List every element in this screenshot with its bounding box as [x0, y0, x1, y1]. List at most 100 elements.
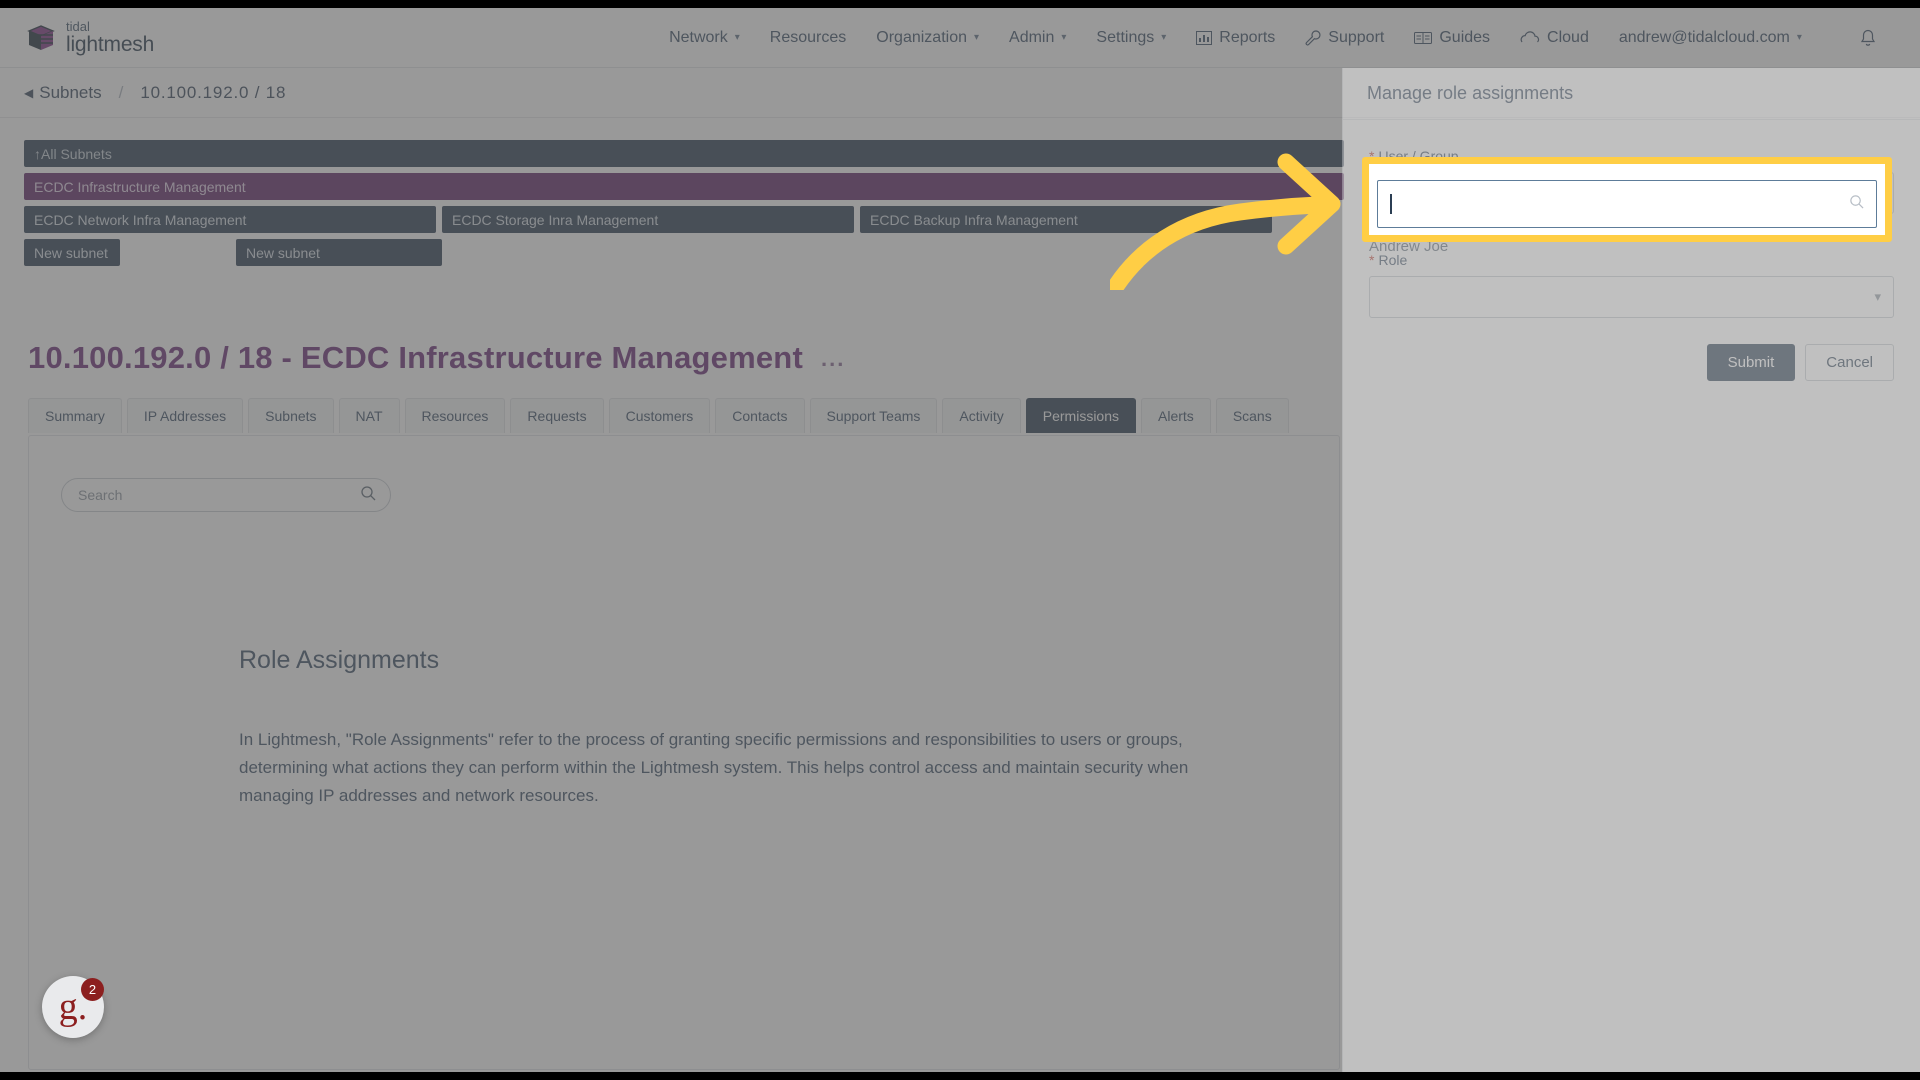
nav-item-user-account[interactable]: andrew@tidalcloud.com ▾ [1604, 21, 1817, 55]
cloud-icon [1520, 31, 1540, 44]
tab-label: Activity [959, 408, 1004, 424]
curved-arrow-right-icon [1110, 153, 1341, 290]
submit-button[interactable]: Submit [1706, 344, 1796, 381]
chevron-down-icon: ▾ [974, 32, 980, 43]
panel-action-buttons: Submit Cancel [1343, 318, 1920, 381]
tab-support-teams[interactable]: Support Teams [809, 398, 938, 433]
guide-badge-count: 2 [81, 978, 104, 1001]
breadcrumb-current: 10.100.192.0 / 18 [140, 82, 287, 102]
role-assignments-description: In Lightmesh, "Role Assignments" refer t… [239, 730, 1189, 805]
new-subnet-button-2[interactable]: New subnet [236, 239, 442, 266]
chevron-down-icon: ▾ [734, 32, 740, 43]
tab-requests[interactable]: Requests [510, 398, 604, 433]
overflow-menu-button[interactable]: ... [821, 346, 845, 376]
new-subnet-label: New subnet [246, 244, 320, 261]
tab-scans[interactable]: Scans [1215, 398, 1289, 433]
nav-label: Organization [876, 28, 967, 46]
search-icon [360, 485, 376, 506]
lightmesh-logo-icon [26, 23, 56, 53]
screen-frame-bottom [0, 1072, 1920, 1080]
nav-item-organization[interactable]: Organization ▾ [861, 21, 994, 55]
tab-label: Contacts [732, 408, 788, 424]
tab-label: NAT [355, 408, 383, 424]
tab-label: Subnets [265, 408, 317, 424]
user-group-search-input-wrapper[interactable] [1377, 180, 1877, 228]
bell-icon [1860, 29, 1876, 47]
tab-customers[interactable]: Customers [608, 398, 711, 433]
brand-name-bottom: lightmesh [66, 33, 155, 56]
tab-permissions[interactable]: Permissions [1025, 398, 1137, 433]
tab-label: IP Addresses [143, 408, 227, 424]
nav-item-admin[interactable]: Admin ▾ [994, 21, 1081, 55]
search-field-wrapper[interactable] [61, 478, 391, 512]
tab-label: Alerts [1158, 408, 1194, 424]
brand-name-top: tidal [66, 19, 90, 34]
nav-item-settings[interactable]: Settings ▾ [1081, 21, 1181, 55]
tab-activity[interactable]: Activity [942, 398, 1021, 433]
subnet-child-storage-infra[interactable]: ECDC Storage Inra Management [442, 206, 854, 233]
nav-item-support[interactable]: Support [1290, 21, 1399, 55]
nav-item-resources[interactable]: Resources [755, 21, 861, 55]
panel-title: Manage role assignments [1343, 68, 1920, 120]
new-subnet-label: New subnet [34, 244, 108, 261]
brand-logo-group[interactable]: tidal lightmesh [26, 20, 154, 55]
search-input[interactable] [76, 486, 360, 504]
permissions-panel: Role Assignments In Lightmesh, "Role Ass… [28, 435, 1340, 1070]
page-title: 10.100.192.0 / 18 - ECDC Infrastructure … [28, 340, 845, 376]
role-assignments-heading: Role Assignments [239, 646, 440, 674]
subnet-label: ECDC Infrastructure Management [34, 178, 246, 195]
subnet-label: ECDC Backup Infra Management [870, 211, 1078, 228]
tab-ip-addresses[interactable]: IP Addresses [126, 398, 244, 433]
chevron-down-icon: ▾ [1161, 32, 1167, 43]
chevron-down-icon: ▾ [1061, 32, 1067, 43]
guide-badge-button[interactable]: g. 2 [42, 976, 104, 1038]
tab-label: Resources [421, 408, 489, 424]
wrench-icon [1305, 29, 1321, 46]
tab-resources[interactable]: Resources [404, 398, 506, 433]
chart-icon [1196, 30, 1213, 45]
nav-item-reports[interactable]: Reports [1181, 21, 1290, 55]
breadcrumb-back-subnets[interactable]: ◀ Subnets [24, 83, 102, 103]
subnet-label: ECDC Storage Inra Management [452, 211, 659, 228]
main-menu: Network ▾ Resources Organization ▾ Admin… [654, 21, 1891, 55]
role-select[interactable]: ▾ [1369, 276, 1894, 318]
nav-label: Admin [1009, 28, 1055, 46]
nav-label: Cloud [1547, 28, 1589, 46]
tab-label: Requests [527, 408, 587, 424]
tab-summary[interactable]: Summary [28, 398, 122, 433]
application-window: tidal lightmesh Network ▾ Resources Orga… [0, 0, 1920, 1080]
tab-contacts[interactable]: Contacts [715, 398, 805, 433]
nav-item-network[interactable]: Network ▾ [654, 21, 755, 55]
user-group-search-input[interactable] [1389, 181, 1849, 227]
chevron-down-icon: ▾ [1796, 32, 1802, 43]
nav-label: Settings [1096, 28, 1155, 46]
notifications-button[interactable] [1845, 21, 1891, 55]
nav-item-guides[interactable]: Guides [1399, 21, 1505, 55]
nav-label: Resources [769, 28, 847, 46]
cancel-button[interactable]: Cancel [1805, 344, 1894, 381]
subnet-child-network-infra[interactable]: ECDC Network Infra Management [24, 206, 436, 233]
book-icon [1414, 31, 1433, 45]
tab-subnets[interactable]: Subnets [248, 398, 334, 433]
arrow-up-icon: ↑ [34, 145, 41, 162]
nav-label: Support [1328, 28, 1385, 46]
tab-label: Permissions [1042, 408, 1120, 424]
tab-nat[interactable]: NAT [338, 398, 400, 433]
page-title-text: 10.100.192.0 / 18 - ECDC Infrastructure … [28, 340, 803, 375]
new-subnet-button-1[interactable]: New subnet [24, 239, 120, 266]
screen-frame-top [0, 0, 1920, 8]
nav-label: Network [669, 28, 728, 46]
tab-label: Summary [45, 408, 105, 424]
tab-alerts[interactable]: Alerts [1141, 398, 1211, 433]
breadcrumb-separator: / [118, 82, 124, 102]
nav-label: Guides [1439, 28, 1491, 46]
chevron-down-icon: ▾ [1874, 289, 1881, 304]
nav-item-cloud[interactable]: Cloud [1505, 21, 1604, 55]
tab-label: Scans [1232, 408, 1272, 424]
chevron-left-icon: ◀ [24, 85, 34, 100]
nav-label: Reports [1219, 28, 1276, 46]
subnet-label: All Subnets [41, 145, 112, 162]
tab-label: Support Teams [826, 408, 921, 424]
top-navigation-bar: tidal lightmesh Network ▾ Resources Orga… [0, 8, 1920, 68]
tab-label: Customers [625, 408, 694, 424]
